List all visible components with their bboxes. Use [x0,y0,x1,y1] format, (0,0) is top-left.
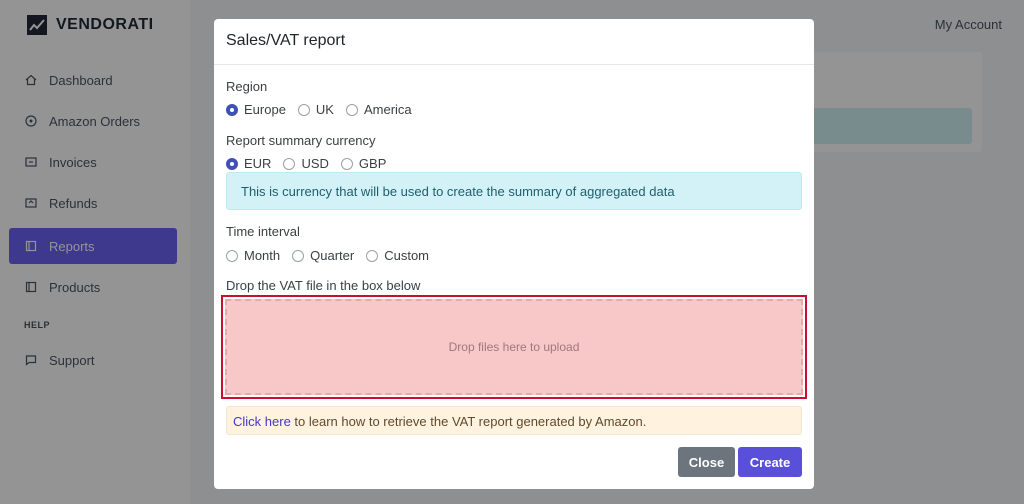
radio-unchecked-icon [297,103,310,116]
create-button[interactable]: Create [738,447,802,477]
radio-checked-icon [226,103,238,116]
region-option-america[interactable]: America [345,102,412,117]
radio-unchecked-icon [283,157,296,170]
radio-unchecked-icon [366,249,379,262]
region-label: Region [226,79,268,94]
interval-radio-group: Month Quarter Custom [226,248,441,263]
radio-checked-icon [226,157,238,170]
modal-header: Sales/VAT report [214,19,814,65]
radio-label: GBP [358,156,387,171]
help-note-text: to learn how to retrieve the VAT report … [290,414,647,429]
currency-label: Report summary currency [226,133,376,148]
radio-label: Quarter [310,248,355,263]
region-option-europe[interactable]: Europe [226,102,286,117]
currency-info-alert: This is currency that will be used to cr… [226,172,802,210]
currency-option-eur[interactable]: EUR [226,156,271,171]
radio-unchecked-icon [345,103,358,116]
radio-label: America [363,102,412,117]
close-button[interactable]: Close [678,447,735,477]
radio-unchecked-icon [226,249,238,262]
radio-unchecked-icon [292,249,305,262]
radio-label: Europe [244,102,286,117]
sales-vat-report-modal: Sales/VAT report Region Europe UK Americ… [214,19,814,489]
time-interval-label: Time interval [226,224,300,239]
radio-label: USD [301,156,329,171]
region-radio-group: Europe UK America [226,102,424,117]
radio-label: UK [315,102,334,117]
radio-label: EUR [244,156,272,171]
dropzone-label: Drop the VAT file in the box below [226,278,421,293]
vat-help-note: Click here to learn how to retrieve the … [226,406,802,435]
radio-label: Month [244,248,281,263]
dropzone-placeholder: Drop files here to upload [448,340,580,354]
dropzone-highlight: Drop files here to upload [221,295,807,399]
region-option-uk[interactable]: UK [297,102,334,117]
currency-option-usd[interactable]: USD [283,156,329,171]
interval-option-custom[interactable]: Custom [366,248,429,263]
file-dropzone[interactable]: Drop files here to upload [225,299,803,395]
modal-title: Sales/VAT report [226,32,346,49]
currency-radio-group: EUR USD GBP [226,156,398,171]
click-here-link[interactable]: Click here [233,414,291,429]
interval-option-month[interactable]: Month [226,248,280,263]
interval-option-quarter[interactable]: Quarter [292,248,354,263]
currency-option-gbp[interactable]: GBP [340,156,387,171]
radio-unchecked-icon [340,157,353,170]
radio-label: Custom [384,248,430,263]
